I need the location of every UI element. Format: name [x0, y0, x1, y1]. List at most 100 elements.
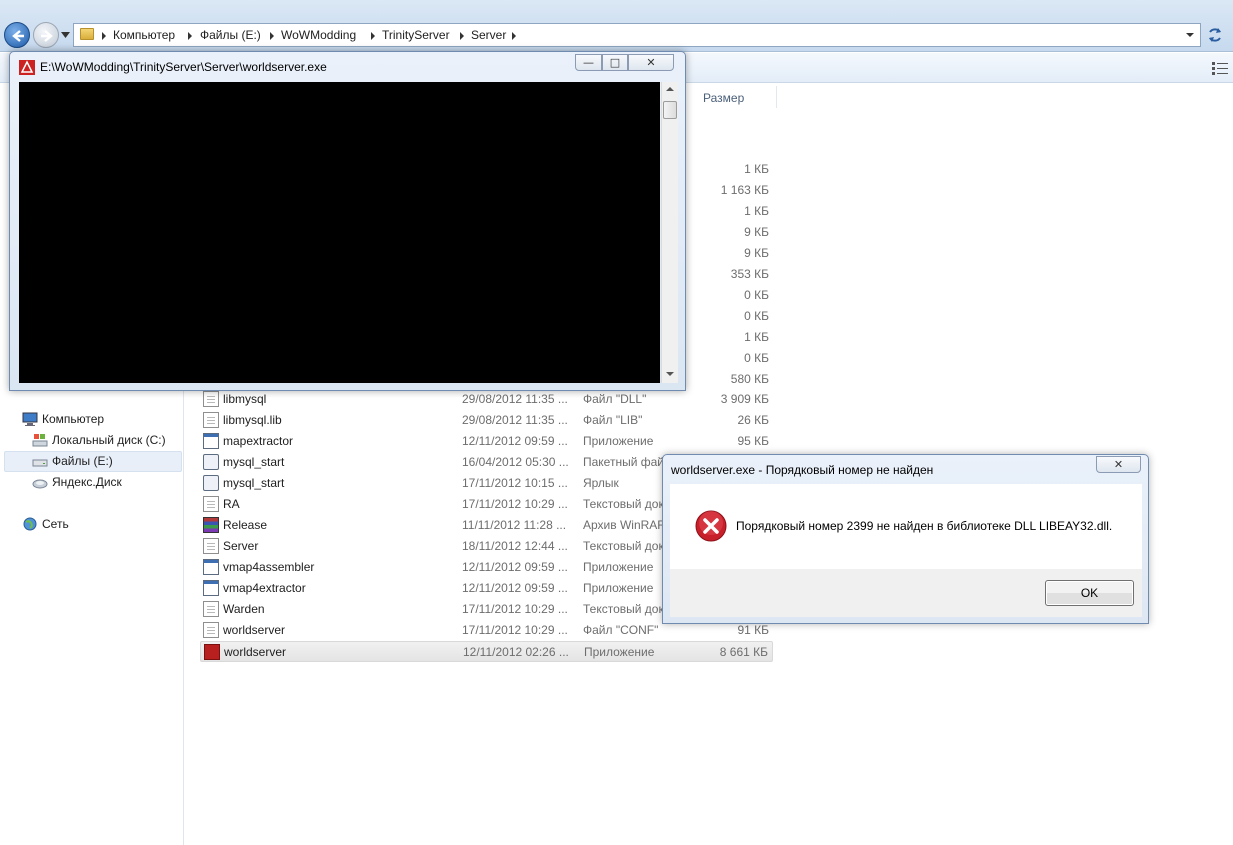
file-row[interactable]: mapextractor 12/11/2012 09:59 ... Прилож… — [200, 431, 773, 452]
scroll-thumb[interactable] — [663, 101, 677, 119]
file-name: mapextractor — [223, 434, 294, 448]
dll-file-icon — [203, 391, 219, 407]
file-row-selected[interactable]: worldserver 12/11/2012 02:26 ... Приложе… — [200, 641, 773, 662]
text-file-icon — [203, 601, 219, 617]
config-file-icon — [203, 622, 219, 638]
file-name: worldserver — [224, 645, 287, 659]
winrar-archive-icon — [203, 517, 219, 533]
file-size: 580 КБ — [730, 372, 769, 386]
file-date: 12/11/2012 09:59 ... — [462, 560, 568, 574]
application-icon — [203, 559, 219, 575]
drive-icon — [32, 459, 48, 467]
file-date: 17/11/2012 10:29 ... — [462, 602, 568, 616]
file-size: 9 КБ — [744, 246, 769, 260]
file-date: 12/11/2012 02:26 ... — [463, 645, 569, 659]
address-bar-area: Компьютер Файлы (E:) WoWModding TrinityS… — [0, 0, 1233, 52]
address-field[interactable]: Компьютер Файлы (E:) WoWModding TrinityS… — [73, 23, 1201, 47]
file-type: Архив WinRAR — [583, 518, 666, 532]
scroll-down-icon[interactable] — [666, 372, 674, 376]
column-separator[interactable] — [776, 86, 777, 108]
nav-item-network[interactable]: Сеть — [22, 515, 172, 535]
batch-file-icon — [203, 454, 219, 470]
nav-item-yandex-disk[interactable]: Яндекс.Диск — [32, 473, 182, 493]
file-size: 26 КБ — [737, 413, 769, 427]
computer-icon — [22, 412, 38, 426]
view-options-icon[interactable] — [1212, 61, 1228, 75]
breadcrumb-separator-icon — [460, 32, 464, 40]
breadcrumb-drive[interactable]: Файлы (E:) — [200, 28, 261, 42]
file-type: Приложение — [584, 645, 655, 659]
shortcut-icon — [203, 475, 219, 491]
recent-pages-dropdown-icon[interactable] — [61, 32, 70, 38]
ok-button[interactable]: OK — [1045, 580, 1134, 606]
address-dropdown-icon[interactable] — [1186, 33, 1194, 37]
file-type: Файл "DLL" — [583, 392, 647, 406]
nav-label: Сеть — [42, 517, 69, 531]
breadcrumb-trinityserver[interactable]: TrinityServer — [382, 28, 450, 42]
back-button[interactable] — [4, 22, 30, 48]
console-output[interactable] — [19, 82, 660, 383]
file-type: Приложение — [583, 560, 654, 574]
file-date: 29/08/2012 11:35 ... — [462, 392, 568, 406]
wow-app-icon — [19, 60, 35, 75]
file-row[interactable]: libmysql.lib 29/08/2012 11:35 ... Файл "… — [200, 410, 773, 431]
file-size: 95 КБ — [737, 434, 769, 448]
breadcrumb-server[interactable]: Server — [471, 28, 506, 42]
error-icon — [695, 510, 727, 542]
dialog-title: worldserver.exe - Порядковый номер не на… — [671, 463, 934, 477]
file-type: Приложение — [583, 581, 654, 595]
application-icon — [203, 433, 219, 449]
file-name: Release — [223, 518, 268, 532]
dialog-close-button[interactable]: ✕ — [1096, 456, 1141, 473]
breadcrumb-separator-icon — [188, 32, 192, 40]
breadcrumb-wowmodding[interactable]: WoWModding — [281, 28, 356, 42]
application-icon — [203, 580, 219, 596]
nav-item-local-disk[interactable]: Локальный диск (C:) — [32, 431, 182, 451]
file-type: Текстовый док — [583, 602, 664, 616]
text-file-icon — [203, 538, 219, 554]
refresh-icon[interactable] — [1203, 23, 1227, 47]
file-name: Server — [223, 539, 259, 553]
file-name: libmysql.lib — [223, 413, 282, 427]
breadcrumb-computer[interactable]: Компьютер — [113, 28, 175, 42]
file-type: Текстовый док — [583, 497, 664, 511]
file-size: 1 КБ — [744, 204, 769, 218]
network-globe-icon — [23, 517, 37, 531]
close-button[interactable]: ✕ — [628, 54, 674, 71]
file-name: vmap4extractor — [223, 581, 306, 595]
file-size: 0 КБ — [744, 309, 769, 323]
file-size: 3 909 КБ — [720, 392, 769, 406]
windows-drive-icon — [32, 434, 48, 447]
maximize-button[interactable]: □ — [602, 54, 628, 71]
file-size: 1 КБ — [744, 330, 769, 344]
file-type: Приложение — [583, 434, 654, 448]
lib-file-icon — [203, 412, 219, 428]
file-date: 18/11/2012 12:44 ... — [462, 539, 568, 553]
file-name: vmap4assembler — [223, 560, 315, 574]
nav-item-computer[interactable]: Компьютер — [22, 410, 172, 430]
file-date: 17/11/2012 10:29 ... — [462, 623, 568, 637]
file-type: Текстовый док — [583, 539, 664, 553]
file-type: Пакетный фай — [583, 455, 664, 469]
error-message: Порядковый номер 2399 не найден в библио… — [736, 519, 1113, 533]
minimize-button[interactable]: — — [575, 54, 602, 71]
file-size: 0 КБ — [744, 288, 769, 302]
file-name: RA — [223, 497, 240, 511]
file-date: 11/11/2012 11:28 ... — [462, 518, 567, 532]
nav-label: Локальный диск (C:) — [52, 433, 166, 447]
scroll-up-icon[interactable] — [666, 87, 674, 91]
column-header-size[interactable]: Размер — [703, 91, 744, 105]
console-scrollbar[interactable] — [661, 82, 678, 383]
close-icon: ✕ — [646, 56, 656, 69]
forward-button[interactable] — [33, 22, 59, 48]
console-title: E:\WoWModding\TrinityServer\Server\world… — [40, 60, 327, 74]
nav-item-files-drive[interactable]: Файлы (E:) — [32, 452, 182, 472]
file-type: Файл "CONF" — [583, 623, 659, 637]
file-date: 12/11/2012 09:59 ... — [462, 434, 568, 448]
file-date: 29/08/2012 11:35 ... — [462, 413, 568, 427]
arrow-left-icon — [12, 30, 24, 42]
breadcrumb-separator-icon — [102, 32, 106, 40]
console-window: E:\WoWModding\TrinityServer\Server\world… — [9, 51, 686, 391]
file-date: 17/11/2012 10:15 ... — [462, 476, 568, 490]
file-row[interactable]: libmysql 29/08/2012 11:35 ... Файл "DLL"… — [200, 389, 773, 410]
